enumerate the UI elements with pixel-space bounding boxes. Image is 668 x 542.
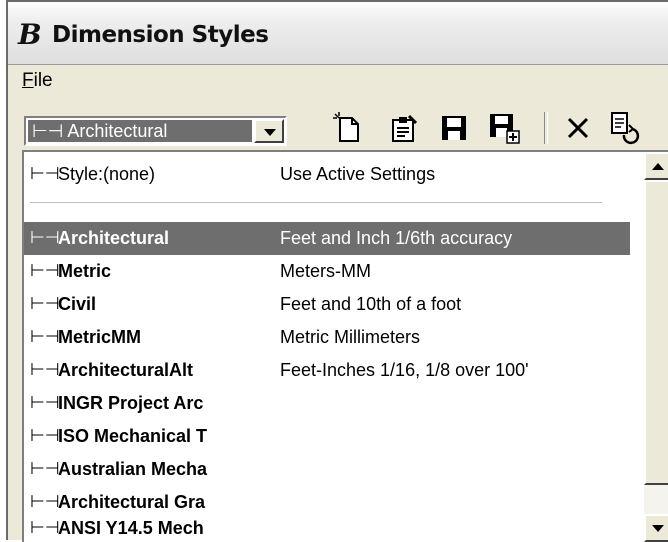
reset-icon[interactable]: [606, 110, 642, 146]
dimension-icon: ⊢⊣: [30, 393, 60, 413]
list-item-none[interactable]: ⊢⊣ Style:(none) Use Active Settings: [24, 158, 630, 191]
scroll-thumb[interactable]: [644, 180, 668, 485]
dimension-icon: ⊢⊣: [32, 121, 64, 141]
style-description: Use Active Settings: [280, 164, 436, 184]
list-item[interactable]: ⊢⊣ INGR Project Arc: [24, 387, 630, 420]
chevron-down-icon: [652, 525, 664, 532]
toolbar: ⊢⊣ Architectural: [8, 98, 668, 150]
menu-file-rest: ile: [33, 70, 53, 91]
list-item[interactable]: ⊢⊣ Civil Feet and 10th of a foot: [24, 288, 630, 321]
style-combo-value[interactable]: ⊢⊣ Architectural: [28, 120, 252, 142]
style-name: Architectural: [58, 228, 170, 248]
dimension-styles-window: B Dimension Styles File ⊢⊣ Architectural: [6, 0, 668, 542]
style-description: Feet and 10th of a foot: [280, 294, 462, 314]
toolbar-separator: [544, 112, 548, 144]
style-name: Style:(none): [58, 164, 156, 184]
dimension-icon: ⊢⊣: [30, 459, 60, 479]
chevron-up-icon: [652, 163, 664, 170]
style-name: ISO Mechanical T: [58, 426, 208, 446]
dimension-icon: ⊢⊣: [30, 518, 60, 538]
save-as-icon[interactable]: [486, 110, 522, 146]
save-icon[interactable]: [436, 110, 472, 146]
list-item[interactable]: ⊢⊣ MetricMM Metric Millimeters: [24, 321, 630, 354]
list-item[interactable]: ⊢⊣ Metric Meters-MM: [24, 255, 630, 288]
new-style-icon[interactable]: [330, 110, 366, 146]
style-description: Meters-MM: [280, 261, 371, 281]
delete-icon[interactable]: [560, 110, 596, 146]
style-name: Metric: [58, 261, 112, 281]
dimension-icon: ⊢⊣: [30, 164, 60, 184]
scroll-up-button[interactable]: [644, 152, 668, 180]
style-name: ANSI Y14.5 Mech: [58, 518, 204, 538]
style-description: Metric Millimeters: [280, 327, 421, 347]
window-title: Dimension Styles: [52, 22, 269, 48]
dimension-icon: ⊢⊣: [30, 261, 60, 281]
menu-bar: File: [8, 65, 668, 97]
style-name: ArchitecturalAlt: [58, 360, 194, 380]
style-name: Australian Mecha: [58, 459, 208, 479]
style-description: Feet-Inches 1/16, 1/8 over 100': [280, 360, 529, 380]
menu-file-mnemonic: F: [22, 70, 34, 91]
list-item[interactable]: ⊢⊣ ANSI Y14.5 Mech: [24, 512, 630, 542]
dimension-style-list[interactable]: ⊢⊣ Style:(none) Use Active Settings ⊢⊣ A…: [22, 150, 644, 542]
dimension-icon: ⊢⊣: [30, 327, 60, 347]
style-combo-label: Architectural: [67, 121, 168, 141]
list-item[interactable]: ⊢⊣ ISO Mechanical T: [24, 420, 630, 453]
chevron-down-icon: [264, 129, 276, 136]
title-bar[interactable]: B Dimension Styles: [8, 2, 668, 65]
properties-icon[interactable]: [386, 110, 422, 146]
vertical-scrollbar[interactable]: [644, 150, 668, 542]
dimension-icon: ⊢⊣: [30, 360, 60, 380]
style-combo-dropdown-button[interactable]: [254, 119, 284, 143]
menu-file[interactable]: File: [22, 70, 53, 92]
list-divider: [30, 202, 602, 203]
style-name: MetricMM: [58, 327, 142, 347]
dimension-icon: ⊢⊣: [30, 294, 60, 314]
scroll-down-button[interactable]: [644, 514, 668, 542]
bentley-b-icon: B: [18, 18, 42, 51]
dimension-icon: ⊢⊣: [30, 426, 60, 446]
dimension-icon: ⊢⊣: [30, 228, 60, 248]
style-name: Civil: [58, 294, 97, 314]
list-item[interactable]: ⊢⊣ Architectural Feet and Inch 1/6th acc…: [24, 222, 630, 255]
style-combo[interactable]: ⊢⊣ Architectural: [24, 116, 287, 146]
list-item[interactable]: ⊢⊣ Australian Mecha: [24, 453, 630, 486]
list-item[interactable]: ⊢⊣ ArchitecturalAlt Feet-Inches 1/16, 1/…: [24, 354, 630, 387]
style-name: INGR Project Arc: [58, 393, 204, 413]
style-description: Feet and Inch 1/6th accuracy: [280, 228, 513, 248]
